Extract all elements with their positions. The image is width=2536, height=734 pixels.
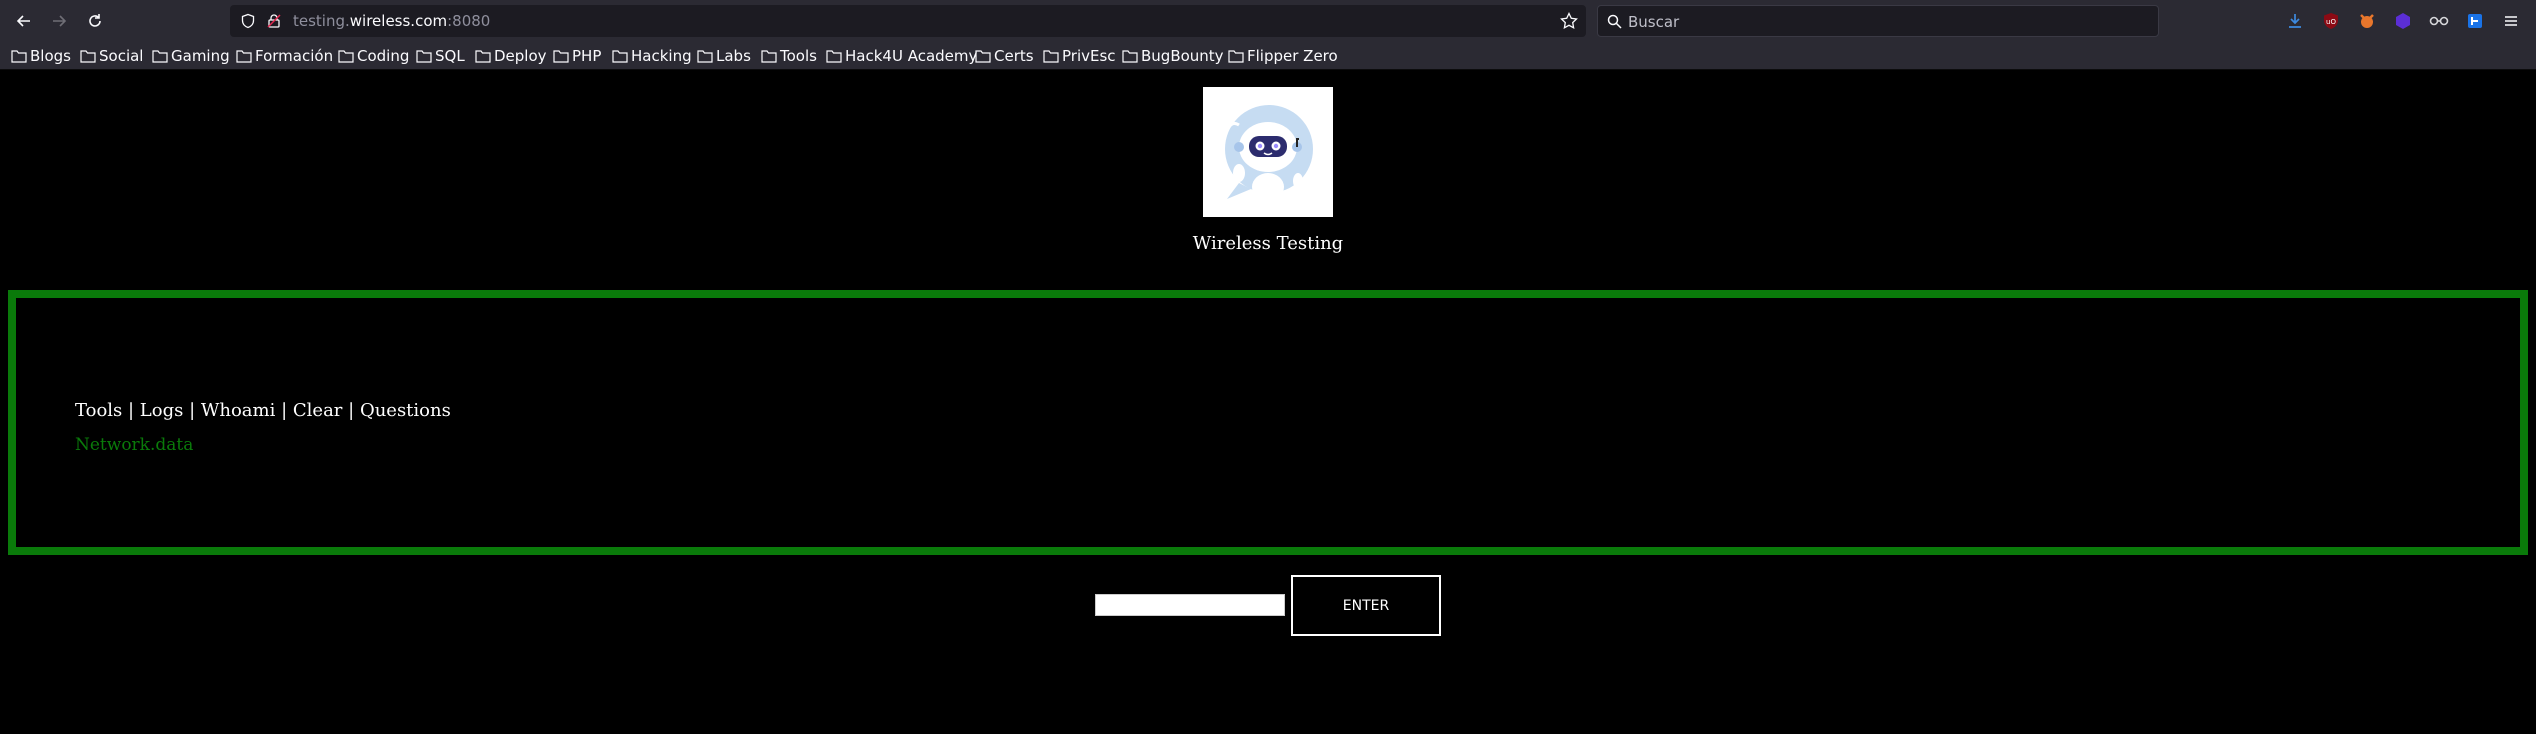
- bookmark-folder[interactable]: Deploy: [475, 46, 547, 66]
- folder-icon: [475, 50, 491, 63]
- folder-icon: [697, 50, 713, 63]
- reload-button[interactable]: [82, 8, 108, 34]
- bookmark-folder[interactable]: Hack4U Academy: [826, 46, 977, 66]
- hexagon-extension-icon[interactable]: [2392, 10, 2414, 32]
- glasses-extension-icon[interactable]: [2428, 10, 2450, 32]
- robot-icon: [1225, 105, 1313, 201]
- folder-icon: [1122, 50, 1138, 63]
- bookmark-label: Formación: [255, 47, 334, 65]
- ublock-icon[interactable]: uO: [2320, 10, 2342, 32]
- bookmark-label: BugBounty: [1141, 47, 1224, 65]
- search-placeholder: Buscar: [1628, 13, 1680, 31]
- bookmark-folder[interactable]: Certs: [975, 46, 1034, 66]
- bookmark-label: Social: [99, 47, 144, 65]
- terminal-output: Network.data: [75, 435, 194, 455]
- folder-icon: [11, 50, 27, 63]
- reload-icon: [89, 14, 101, 27]
- downloads-icon[interactable]: [2284, 10, 2306, 32]
- menu-separator: |: [275, 400, 293, 421]
- bookmark-label: Labs: [716, 47, 751, 65]
- folder-icon: [416, 50, 432, 63]
- svg-text:uO: uO: [2326, 18, 2336, 26]
- folder-icon: [80, 50, 96, 63]
- folder-icon: [553, 50, 569, 63]
- command-input[interactable]: [1095, 594, 1285, 616]
- browser-toolbar: testing.wireless.com:8080 Buscar uO: [0, 0, 2536, 41]
- folder-icon: [975, 50, 991, 63]
- menu-questions-link[interactable]: Questions: [360, 400, 451, 421]
- star-bookmark-icon[interactable]: [1560, 12, 1578, 30]
- folder-icon: [152, 50, 168, 63]
- bookmark-folder[interactable]: BugBounty: [1122, 46, 1224, 66]
- bookmark-label: Tools: [780, 47, 817, 65]
- bookmarks-bar: Blogs Social Gaming Formación Coding SQL…: [0, 41, 2536, 70]
- bookmark-folder[interactable]: Hacking: [612, 46, 692, 66]
- bookmark-folder[interactable]: PHP: [553, 46, 601, 66]
- menu-whoami-link[interactable]: Whoami: [201, 400, 276, 421]
- url-host: wireless.com: [349, 12, 448, 30]
- url-port: :8080: [447, 12, 491, 30]
- robot-logo: [1203, 87, 1333, 217]
- bookmark-label: Coding: [357, 47, 410, 65]
- bookmark-label: PrivEsc: [1062, 47, 1116, 65]
- folder-icon: [612, 50, 628, 63]
- bookmark-label: SQL: [435, 47, 465, 65]
- arrow-left-icon: [16, 15, 30, 27]
- arrow-right-icon: [53, 15, 67, 27]
- bookmark-folder[interactable]: Gaming: [152, 46, 230, 66]
- url-prefix: testing.: [293, 12, 350, 30]
- shield-extension-icon[interactable]: [2464, 10, 2486, 32]
- url-bar[interactable]: testing.wireless.com:8080: [230, 5, 1586, 37]
- bookmark-folder[interactable]: Blogs: [11, 46, 71, 66]
- menu-separator: |: [342, 400, 360, 421]
- folder-icon: [1043, 50, 1059, 63]
- command-menu: Tools | Logs | Whoami | Clear | Question…: [75, 400, 451, 421]
- bookmark-label: Blogs: [30, 47, 71, 65]
- foxy-extension-icon[interactable]: [2356, 10, 2378, 32]
- search-icon: [1607, 14, 1622, 29]
- menu-tools-link[interactable]: Tools: [75, 400, 122, 421]
- bookmark-label: PHP: [572, 47, 602, 65]
- insecure-lock-icon[interactable]: [266, 13, 282, 29]
- bookmark-folder[interactable]: Labs: [697, 46, 751, 66]
- bookmark-folder[interactable]: Formación: [236, 46, 333, 66]
- bookmark-label: Hacking: [631, 47, 692, 65]
- folder-icon: [338, 50, 354, 63]
- terminal-panel: Tools | Logs | Whoami | Clear | Question…: [8, 290, 2528, 555]
- menu-separator: |: [122, 400, 140, 421]
- bookmark-label: Flipper Zero: [1247, 47, 1338, 65]
- bookmark-folder[interactable]: Social: [80, 46, 143, 66]
- menu-logs-link[interactable]: Logs: [140, 400, 184, 421]
- bookmark-folder[interactable]: Flipper Zero: [1228, 46, 1338, 66]
- bookmark-label: Certs: [994, 47, 1034, 65]
- back-button[interactable]: [11, 8, 37, 34]
- menu-clear-link[interactable]: Clear: [293, 400, 343, 421]
- menu-separator: |: [183, 400, 201, 421]
- bookmark-label: Hack4U Academy: [845, 47, 978, 65]
- menu-icon[interactable]: [2500, 10, 2522, 32]
- search-bar[interactable]: Buscar: [1597, 5, 2159, 37]
- url-text[interactable]: testing.wireless.com:8080: [293, 12, 490, 30]
- forward-button[interactable]: [46, 8, 72, 34]
- bookmark-folder[interactable]: PrivEsc: [1043, 46, 1116, 66]
- bookmark-folder[interactable]: Tools: [761, 46, 817, 66]
- folder-icon: [826, 50, 842, 63]
- folder-icon: [236, 50, 252, 63]
- bookmark-label: Deploy: [494, 47, 547, 65]
- enter-button[interactable]: ENTER: [1291, 575, 1441, 636]
- bookmark-folder[interactable]: SQL: [416, 46, 465, 66]
- folder-icon: [1228, 50, 1244, 63]
- bookmark-label: Gaming: [171, 47, 230, 65]
- page-title: Wireless Testing: [1192, 233, 1344, 254]
- shield-icon[interactable]: [240, 13, 256, 29]
- bookmark-folder[interactable]: Coding: [338, 46, 409, 66]
- folder-icon: [761, 50, 777, 63]
